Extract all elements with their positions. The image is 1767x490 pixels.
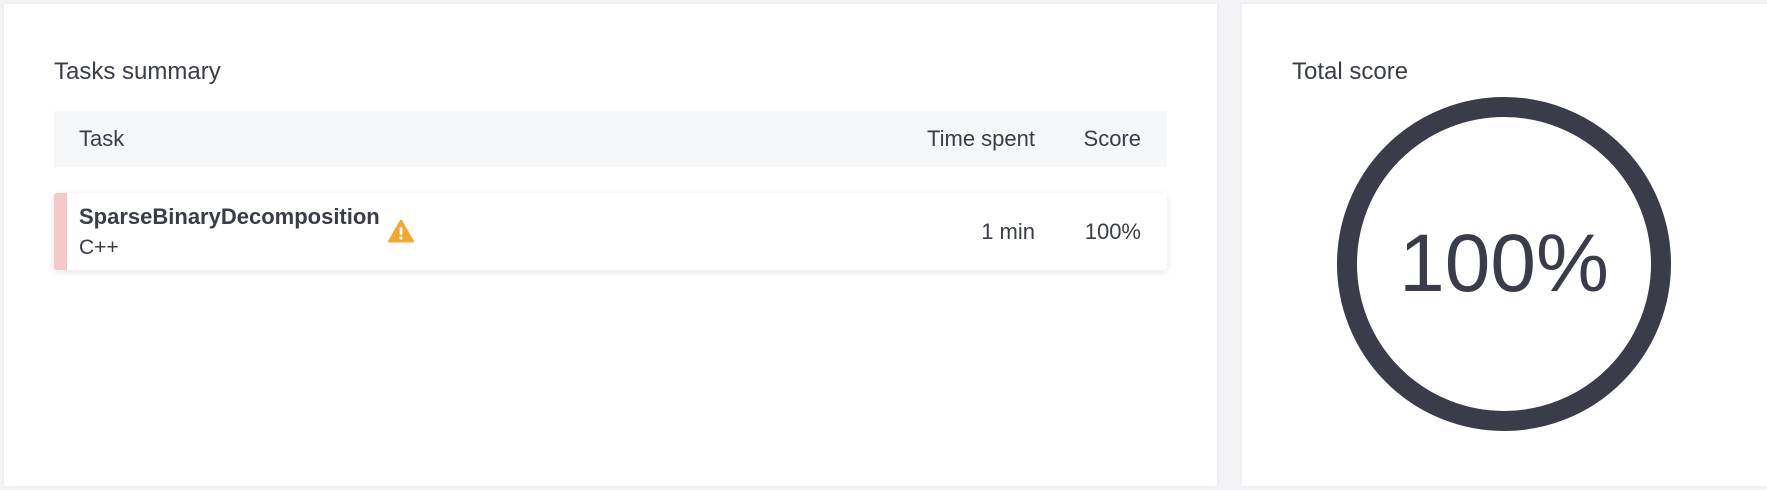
column-header-score: Score <box>1083 126 1141 151</box>
column-header-task: Task <box>79 126 125 151</box>
warning-icon[interactable] <box>388 219 414 243</box>
tasks-summary-card: Tasks summary Task Time spent Score Spar… <box>4 4 1217 486</box>
total-score-title: Total score <box>1292 58 1409 85</box>
tasks-summary-title: Tasks summary <box>54 58 221 85</box>
row-status-accent <box>54 193 67 270</box>
column-header-time-spent: Time spent <box>926 126 1035 151</box>
tasks-table-header: Task Time spent Score <box>54 111 1167 167</box>
task-score: 100% <box>1084 219 1141 244</box>
task-time-spent: 1 min <box>981 219 1035 244</box>
total-score-value: 100% <box>1399 218 1609 309</box>
task-row[interactable]: SparseBinaryDecomposition C++ 1 min 100% <box>54 193 1167 270</box>
task-language: C++ <box>79 236 119 259</box>
task-name: SparseBinaryDecomposition <box>79 204 380 229</box>
total-score-card: Total score 100% <box>1242 4 1767 486</box>
